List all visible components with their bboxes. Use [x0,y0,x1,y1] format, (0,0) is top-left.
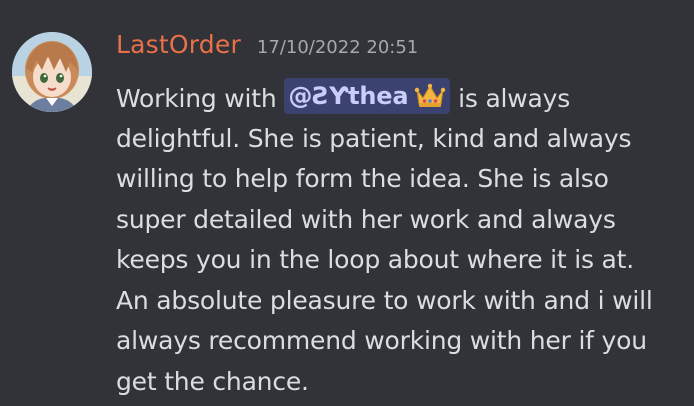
message-line: An absolute pleasure to work with and i … [116,285,653,315]
text-before-mention: Working with [116,84,285,113]
message-line: keeps you in the loop about where it is … [116,245,635,274]
chat-message: LastOrder 17/10/2022 20:51 Working with … [0,0,694,406]
message-line: Working with @ƧƳthea is always [116,78,688,119]
mention-handle: @ƧƳthea [288,82,409,110]
crown-icon [415,83,446,107]
message-line: delightful. She is patient, kind and alw… [116,123,632,153]
text-after-mention: is always [450,84,571,113]
message-line: super detailed with her work and always [116,204,616,234]
username[interactable]: LastOrder [116,30,241,59]
message-line: always recommend working with her if you [116,326,647,355]
message-content: Working with @ƧƳthea is always delightfu… [116,78,688,402]
message-header: LastOrder 17/10/2022 20:51 [116,30,418,66]
avatar-image [12,32,92,112]
user-avatar[interactable] [12,32,92,112]
user-mention[interactable]: @ƧƳthea [284,78,451,114]
message-line: get the chance. [116,366,309,396]
message-line: willing to help form the idea. She is al… [116,164,609,193]
timestamp[interactable]: 17/10/2022 20:51 [257,37,418,58]
